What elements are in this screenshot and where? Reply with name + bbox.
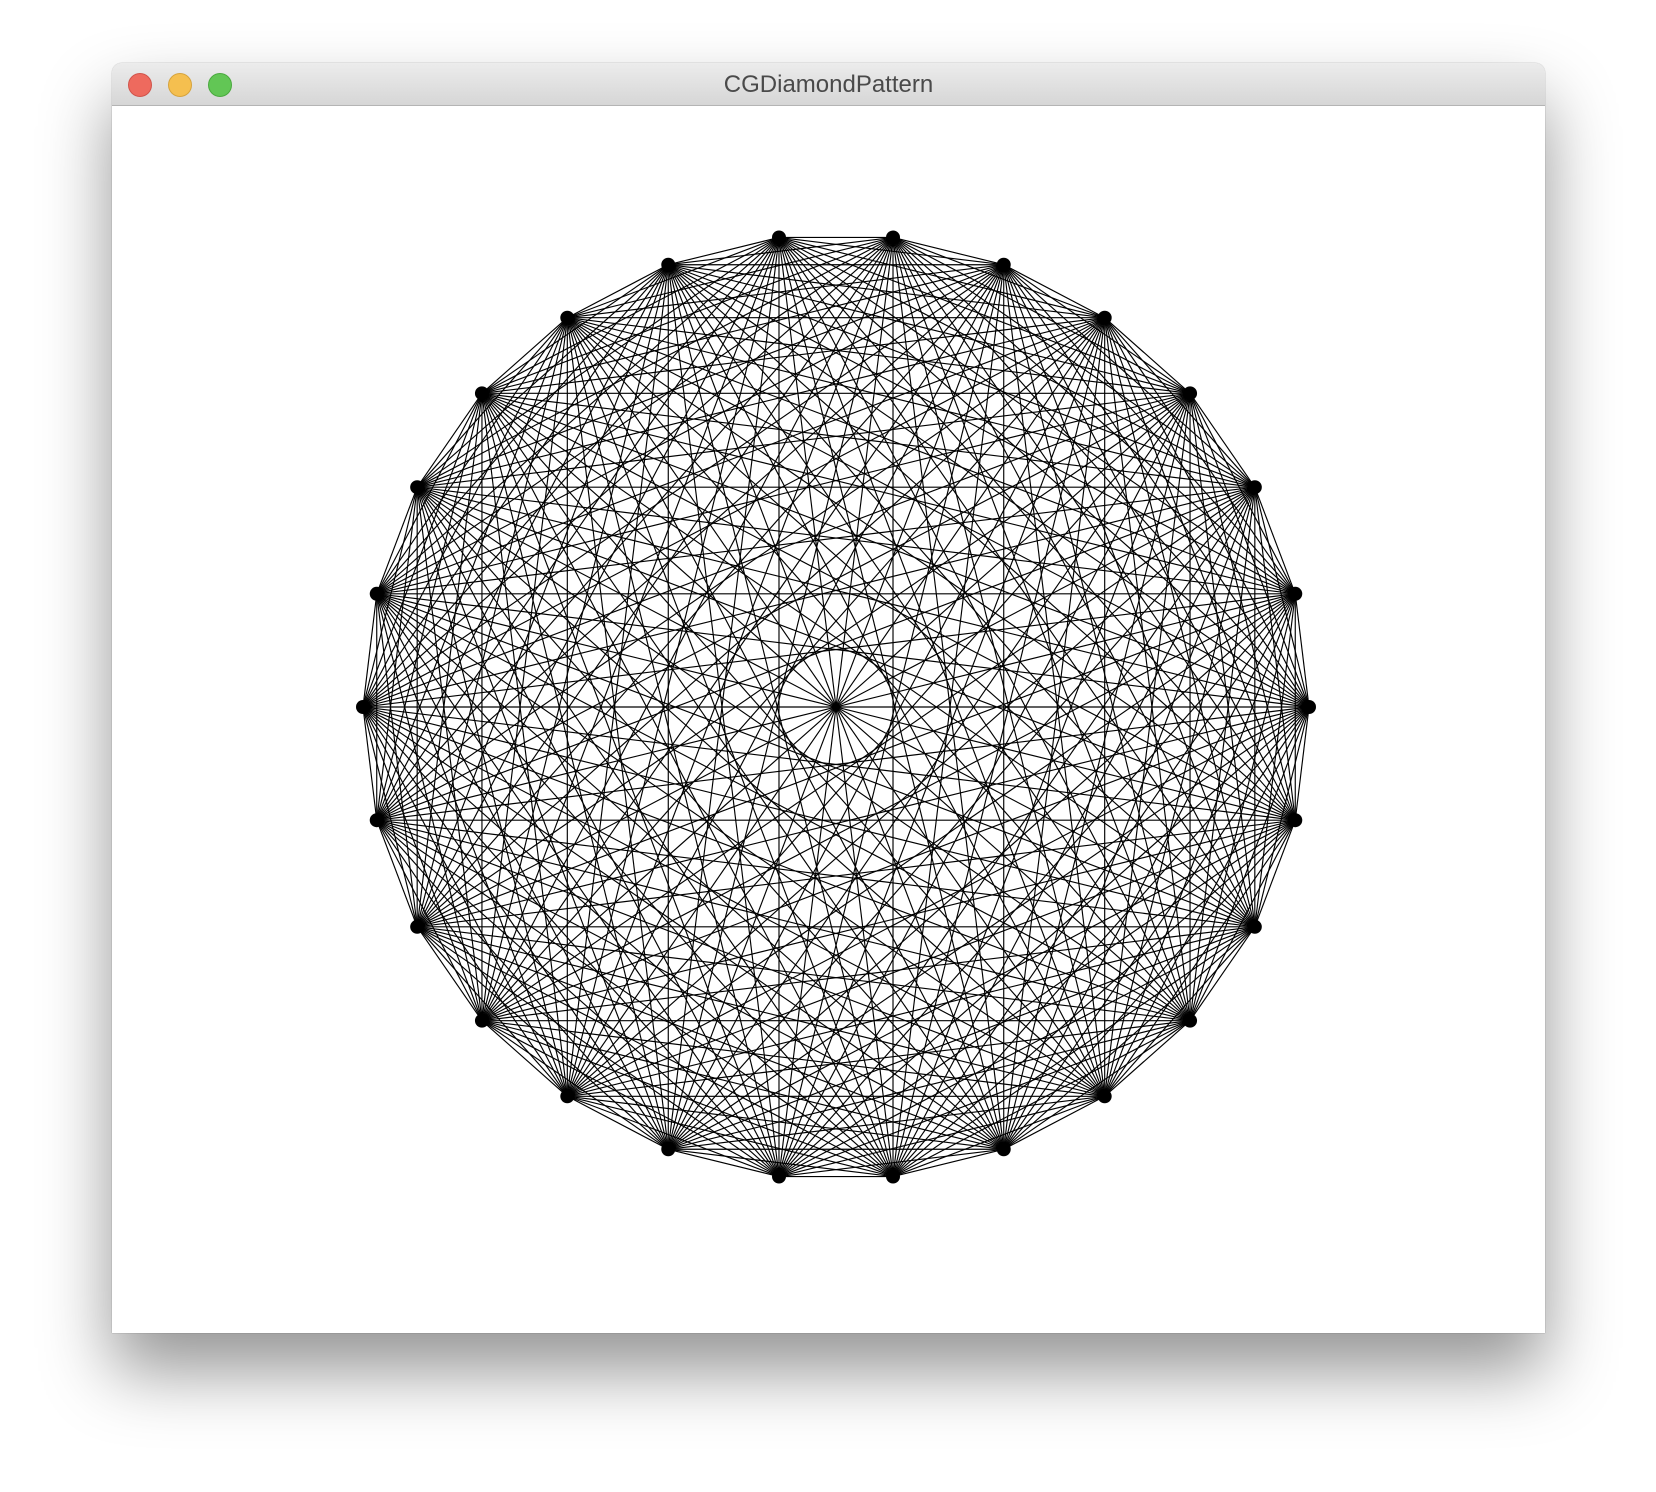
pattern-line bbox=[376, 593, 1191, 1022]
pattern-vertex bbox=[1288, 813, 1303, 828]
pattern-line bbox=[481, 236, 780, 394]
pattern-line bbox=[892, 237, 1191, 1021]
pattern-line bbox=[1003, 593, 1296, 1150]
pattern-line bbox=[1003, 264, 1256, 488]
pattern-line bbox=[892, 1020, 1191, 1178]
pattern-line bbox=[416, 486, 1106, 1097]
pattern-vertex bbox=[996, 257, 1011, 272]
pattern-line bbox=[481, 1020, 780, 1178]
pattern-line bbox=[892, 237, 1296, 595]
pattern-line bbox=[778, 236, 1256, 488]
pattern-line bbox=[566, 486, 1256, 1097]
pattern-vertex bbox=[474, 386, 489, 401]
pattern-vertex bbox=[369, 813, 384, 828]
pattern-line bbox=[1003, 926, 1256, 1150]
pattern-line bbox=[667, 237, 894, 1150]
pattern-vertex bbox=[886, 1169, 901, 1184]
diamond-pattern bbox=[356, 230, 1316, 1184]
pattern-vertex bbox=[410, 480, 425, 495]
pattern-line bbox=[566, 317, 1256, 928]
pattern-line bbox=[416, 926, 669, 1150]
drawing-view bbox=[112, 106, 1545, 1333]
pattern-vertex bbox=[771, 230, 786, 245]
pattern-line bbox=[481, 593, 1296, 1022]
pattern-line bbox=[376, 392, 1191, 821]
pattern-vertex bbox=[1247, 480, 1262, 495]
pattern-vertex bbox=[1097, 310, 1112, 325]
pattern-vertex bbox=[661, 1142, 676, 1157]
pattern-line bbox=[362, 317, 568, 708]
pattern-lines bbox=[362, 236, 1310, 1178]
pattern-vertex bbox=[1288, 586, 1303, 601]
pattern-line bbox=[778, 264, 1005, 1177]
pattern-line bbox=[892, 393, 1191, 1177]
pattern-vertex bbox=[560, 310, 575, 325]
pattern-line bbox=[668, 264, 1191, 394]
pattern-line bbox=[481, 392, 1296, 821]
pattern-line bbox=[376, 264, 669, 595]
pattern-vertex bbox=[560, 1089, 575, 1104]
pattern-line bbox=[416, 264, 669, 488]
pattern-line bbox=[481, 264, 1004, 394]
pattern-vertex bbox=[356, 700, 370, 714]
pattern-vertex bbox=[886, 230, 901, 245]
window-title: CGDiamondPattern bbox=[723, 71, 934, 98]
pattern-line bbox=[362, 317, 1105, 708]
pattern-vertex bbox=[1302, 700, 1316, 714]
pattern-line bbox=[567, 706, 1310, 1097]
desktop: CGDiamondPattern bbox=[0, 0, 1656, 1492]
pattern-line bbox=[567, 317, 1310, 708]
pattern-vertex bbox=[474, 1013, 489, 1028]
pattern-line bbox=[362, 706, 1105, 1097]
pattern-vertex bbox=[771, 1169, 786, 1184]
pattern-line bbox=[416, 317, 1106, 928]
pattern-vertex bbox=[369, 586, 384, 601]
pattern-vertex bbox=[1183, 1013, 1198, 1028]
pattern-line bbox=[376, 393, 483, 821]
pattern-vertex bbox=[661, 257, 676, 272]
pattern-line bbox=[892, 236, 1191, 394]
pattern-vertex bbox=[996, 1142, 1011, 1157]
pattern-line bbox=[362, 237, 780, 708]
pattern-line bbox=[481, 393, 780, 1177]
title-bar[interactable]: CGDiamondPattern bbox=[112, 63, 1545, 106]
app-window: CGDiamondPattern bbox=[112, 63, 1545, 1333]
pattern-vertex bbox=[1183, 386, 1198, 401]
pattern-vertex bbox=[1097, 1089, 1112, 1104]
pattern-line bbox=[481, 237, 780, 1021]
pattern-vertex bbox=[1247, 919, 1262, 934]
pattern-line bbox=[416, 236, 894, 488]
pattern-line bbox=[376, 264, 669, 821]
pattern-line bbox=[1189, 593, 1296, 1021]
pattern-line bbox=[1003, 264, 1296, 595]
pattern-vertex bbox=[410, 919, 425, 934]
